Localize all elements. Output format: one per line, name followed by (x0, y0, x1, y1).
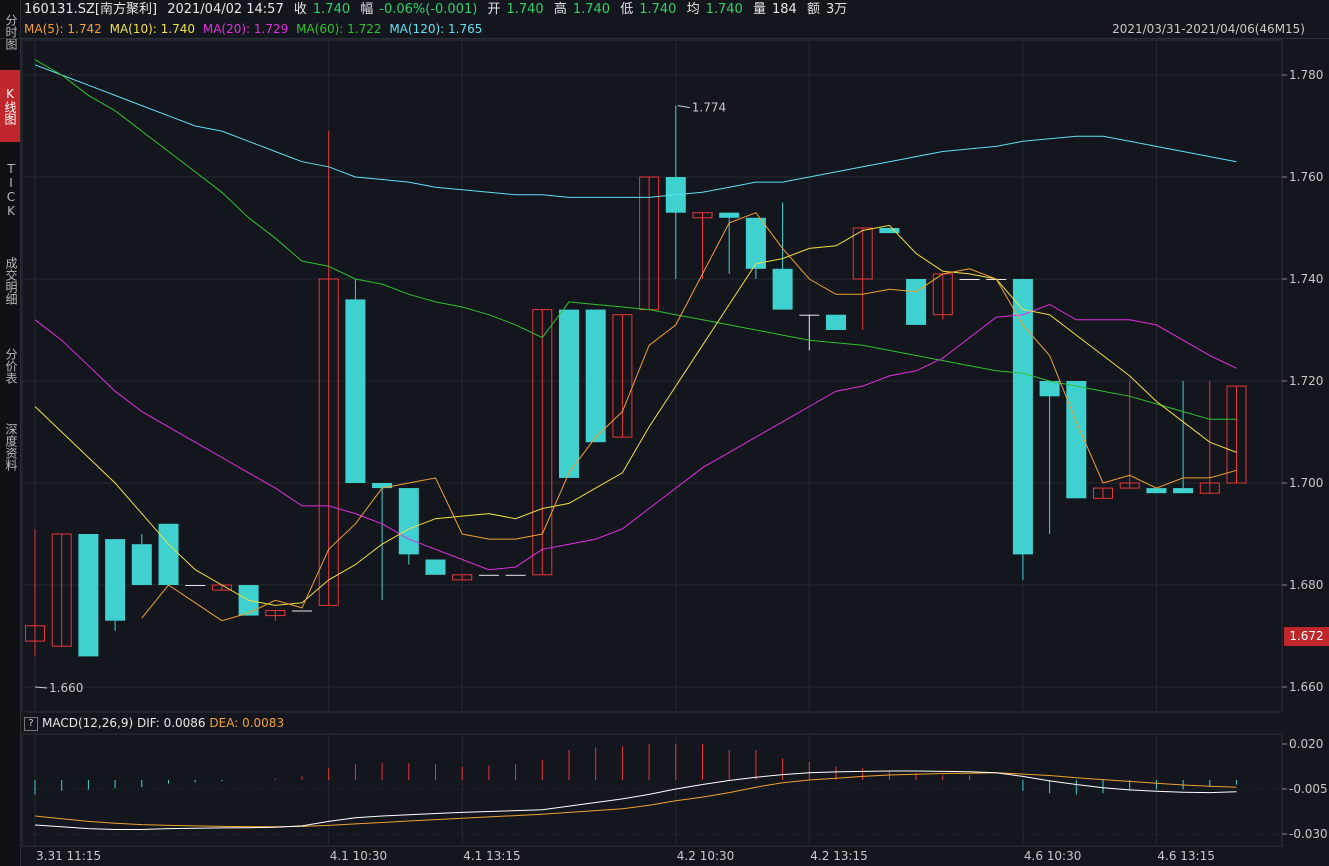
candle-body-down (398, 488, 419, 555)
price-panel-frame (21, 39, 1283, 713)
candle-body-down (292, 610, 312, 612)
candle-body-down (906, 279, 927, 325)
candle-body-down (719, 212, 740, 218)
candle-body-down (1039, 381, 1060, 397)
candle-body-down (959, 279, 980, 280)
candle-body-down (425, 559, 446, 575)
candle-body-down (1146, 488, 1167, 494)
candle-body-down (559, 309, 579, 478)
ma20-line (34, 303, 1237, 571)
ma60-line (34, 59, 1237, 420)
macd-tick-label: -0.005 (1289, 782, 1328, 796)
candle-body-down (158, 523, 179, 585)
candle-body-down (799, 314, 820, 316)
price-tick-label: 1.740 (1289, 272, 1323, 286)
candle-body-down (745, 217, 766, 269)
dif-line (34, 770, 1237, 830)
candle-body-down (1066, 381, 1087, 499)
price-tick-label: 1.700 (1289, 476, 1323, 490)
price-tick-label: 1.680 (1289, 578, 1323, 592)
time-axis-label: 4.2 10:30 (677, 849, 734, 863)
candle-body-down (131, 544, 152, 585)
candle-body-down (505, 574, 526, 576)
macd-tick-label: 0.020 (1289, 737, 1323, 751)
kline-chart[interactable]: 1.780 1.760 1.740 1.720 1.700 1.680 1.660 3.31 … (0, 0, 1329, 866)
candle-body-down (826, 314, 846, 330)
high-marker-line (677, 105, 690, 109)
time-axis-label: 4.1 10:30 (330, 849, 387, 863)
price-tick-label: 1.760 (1289, 170, 1323, 184)
candle-body-down (772, 268, 793, 310)
macd-tick-label: -0.030 (1289, 827, 1328, 841)
candle-body-down (345, 299, 366, 483)
low-marker-label: 1.660 (49, 681, 83, 695)
price-tick-label: 1.660 (1289, 680, 1323, 694)
high-marker-label: 1.774 (692, 101, 726, 115)
current-price-badge: 1.672 (1284, 627, 1329, 646)
dea-line (34, 772, 1237, 828)
candle-body-down (78, 534, 99, 657)
time-axis-label: 4.6 10:30 (1024, 849, 1081, 863)
candle-body-down (1173, 488, 1194, 494)
candle-body-down (585, 309, 606, 443)
candle-body-down (105, 539, 126, 621)
price-tick-label: 1.720 (1289, 374, 1323, 388)
time-axis-label: 4.2 13:15 (810, 849, 867, 863)
candle-body-down (478, 574, 499, 576)
price-tick-label: 1.780 (1289, 68, 1323, 82)
time-axis-label: 3.31 11:15 (36, 849, 101, 863)
macd-panel-frame (21, 733, 1283, 847)
time-axis-label: 4.6 13:15 (1157, 849, 1214, 863)
ma120-line (34, 64, 1237, 198)
candle-body-down (185, 585, 206, 586)
time-axis-label: 4.1 13:15 (463, 849, 520, 863)
ma10-line (34, 224, 1237, 606)
candle-body-down (1012, 279, 1033, 555)
candle-body-down (372, 483, 393, 489)
